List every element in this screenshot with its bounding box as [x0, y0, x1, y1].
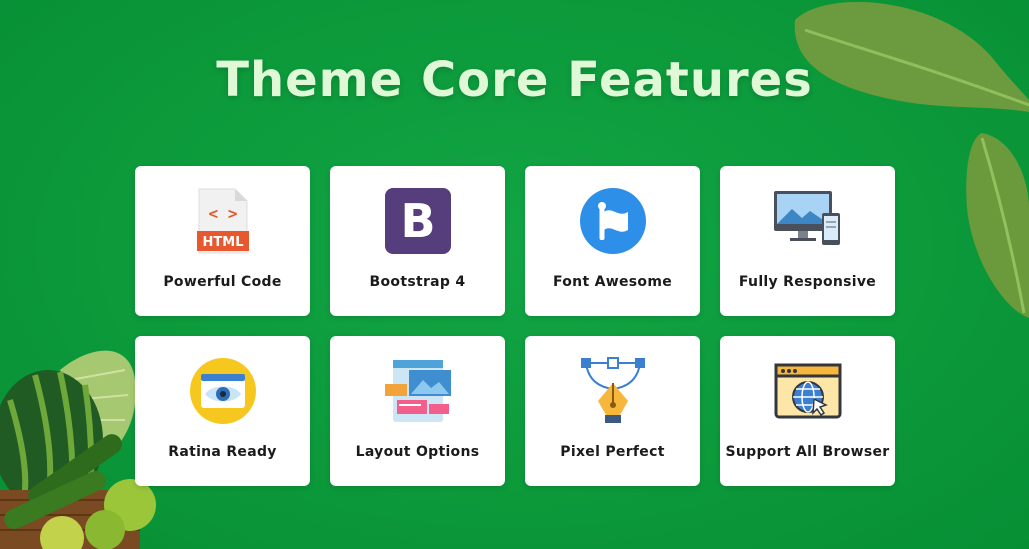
- retina-eye-icon: [188, 356, 258, 426]
- feature-card-layout: Layout Options: [330, 336, 505, 486]
- html-icon-text: HTML: [202, 235, 243, 250]
- feature-label: Font Awesome: [552, 274, 673, 290]
- feature-label: Bootstrap 4: [369, 274, 466, 290]
- pen-tool-icon: [578, 356, 648, 426]
- feature-card-responsive: Fully Responsive: [720, 166, 895, 316]
- feature-card-font-awesome: Font Awesome: [525, 166, 700, 316]
- feature-label: Pixel Perfect: [560, 444, 665, 460]
- feature-label: Ratina Ready: [168, 444, 277, 460]
- feature-card-browser: Support All Browser: [720, 336, 895, 486]
- feature-card-powerful-code: < > HTML Powerful Code: [135, 166, 310, 316]
- bootstrap-icon: B: [383, 186, 453, 256]
- layout-options-icon: [383, 356, 453, 426]
- spinach-leaf-side-decoration: [966, 133, 1029, 318]
- feature-label: Powerful Code: [163, 274, 282, 290]
- browser-globe-icon: [773, 356, 843, 426]
- feature-card-retina: Ratina Ready: [135, 336, 310, 486]
- feature-label: Support All Browser: [725, 444, 890, 460]
- html-icon-brackets: < >: [208, 204, 237, 223]
- font-awesome-flag-icon: [578, 186, 648, 256]
- feature-label: Layout Options: [355, 444, 480, 460]
- feature-label: Fully Responsive: [738, 274, 877, 290]
- bootstrap-letter: B: [400, 194, 435, 248]
- feature-card-bootstrap: B Bootstrap 4: [330, 166, 505, 316]
- html-file-icon: < > HTML: [188, 186, 258, 256]
- features-grid: < > HTML Powerful Code B Bootstrap 4 Fon…: [135, 166, 895, 486]
- feature-card-pixel-perfect: Pixel Perfect: [525, 336, 700, 486]
- responsive-devices-icon: [773, 186, 843, 256]
- page-title: Theme Core Features: [216, 52, 813, 108]
